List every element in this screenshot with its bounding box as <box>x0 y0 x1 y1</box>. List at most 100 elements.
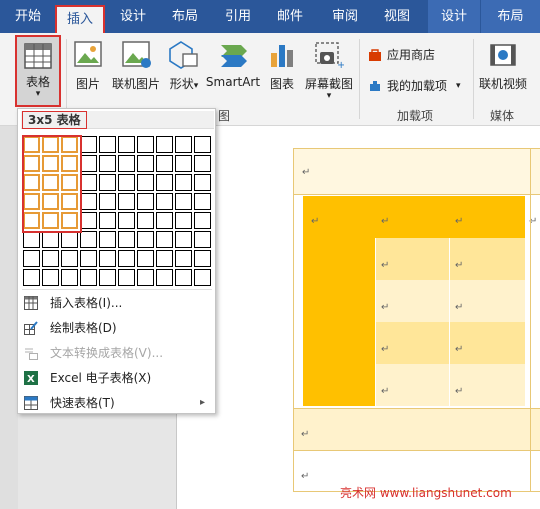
tab-mailings[interactable]: 邮件 <box>268 0 312 33</box>
grid-cell[interactable] <box>61 250 78 267</box>
grid-cell[interactable] <box>156 212 173 229</box>
grid-cell[interactable] <box>42 250 59 267</box>
grid-cell[interactable] <box>80 136 97 153</box>
grid-cell[interactable] <box>99 269 116 286</box>
grid-cell[interactable] <box>156 136 173 153</box>
grid-cell[interactable] <box>156 155 173 172</box>
grid-cell[interactable] <box>80 269 97 286</box>
screenshot-button[interactable]: + 屏幕截图 ▾ <box>302 37 356 113</box>
grid-cell[interactable] <box>23 250 40 267</box>
grid-cell[interactable] <box>118 136 135 153</box>
grid-cell[interactable] <box>99 174 116 191</box>
grid-cell[interactable] <box>61 231 78 248</box>
grid-cell[interactable] <box>23 269 40 286</box>
grid-cell[interactable] <box>137 269 154 286</box>
shapes-button[interactable]: 形状▾ <box>166 37 202 97</box>
grid-cell[interactable] <box>99 231 116 248</box>
grid-cell[interactable] <box>118 174 135 191</box>
grid-cell[interactable] <box>175 250 192 267</box>
grid-cell[interactable] <box>118 231 135 248</box>
tab-table-design[interactable]: 设计 <box>428 0 480 33</box>
grid-cell[interactable] <box>99 193 116 210</box>
document-page[interactable]: ↵ ↵ ↵ ↵ ↵ ↵ ↵ ↵ ↵ ↵ ↵ ↵ ↵ ↵ ↵ <box>176 126 540 509</box>
picture-button[interactable]: 图片 <box>70 37 106 97</box>
grid-cell[interactable] <box>99 250 116 267</box>
grid-cell[interactable] <box>175 136 192 153</box>
grid-cell[interactable] <box>118 250 135 267</box>
grid-cell[interactable] <box>80 231 97 248</box>
grid-cell[interactable] <box>156 231 173 248</box>
grid-cell[interactable] <box>42 231 59 248</box>
grid-cell[interactable] <box>156 174 173 191</box>
tab-home[interactable]: 开始 <box>8 0 48 33</box>
table-button[interactable]: 表格 ▾ <box>15 35 61 107</box>
grid-cell[interactable] <box>61 269 78 286</box>
grid-cell[interactable] <box>175 231 192 248</box>
table-row[interactable]: ↵ ↵ <box>303 238 525 280</box>
grid-cell[interactable] <box>137 250 154 267</box>
menu-separator <box>22 289 212 290</box>
grid-cell[interactable] <box>194 193 211 210</box>
grid-cell[interactable] <box>175 193 192 210</box>
grid-cell[interactable] <box>80 155 97 172</box>
menu-excel-spreadsheet[interactable]: X Excel 电子表格(X) <box>18 366 215 390</box>
grid-cell[interactable] <box>175 174 192 191</box>
grid-cell[interactable] <box>175 212 192 229</box>
grid-cell[interactable] <box>99 155 116 172</box>
grid-cell[interactable] <box>137 136 154 153</box>
grid-cell[interactable] <box>194 269 211 286</box>
grid-cell[interactable] <box>80 193 97 210</box>
app-store-button[interactable]: 应用商店 <box>368 44 468 66</box>
grid-cell[interactable] <box>118 193 135 210</box>
table-size-grid[interactable] <box>22 135 214 286</box>
grid-cell[interactable] <box>175 155 192 172</box>
grid-cell[interactable] <box>194 136 211 153</box>
menu-draw-table[interactable]: 绘制表格(D) <box>18 316 215 340</box>
table-row[interactable]: ↵ ↵ <box>303 280 525 322</box>
grid-cell[interactable] <box>118 269 135 286</box>
table-row[interactable]: ↵ ↵ <box>303 322 525 364</box>
grid-cell[interactable] <box>99 136 116 153</box>
grid-cell[interactable] <box>156 193 173 210</box>
grid-cell[interactable] <box>42 269 59 286</box>
grid-cell[interactable] <box>194 231 211 248</box>
menu-quick-tables[interactable]: 快速表格(T) ▸ <box>18 391 215 415</box>
menu-insert-table[interactable]: 插入表格(I)... <box>18 291 215 315</box>
tab-insert[interactable]: 插入 <box>55 5 105 33</box>
grid-cell[interactable] <box>156 269 173 286</box>
tab-layout[interactable]: 布局 <box>163 0 207 33</box>
table-header-row[interactable]: ↵ ↵ ↵ <box>303 196 525 238</box>
grid-cell[interactable] <box>137 193 154 210</box>
grid-cell[interactable] <box>194 155 211 172</box>
grid-cell[interactable] <box>118 212 135 229</box>
tab-references[interactable]: 引用 <box>216 0 260 33</box>
menu-text-to-table[interactable]: 文本转换成表格(V)... <box>18 341 215 365</box>
table-row[interactable]: ↵ ↵ <box>303 364 525 406</box>
grid-cell[interactable] <box>80 174 97 191</box>
chart-button[interactable]: 图表 <box>266 37 298 97</box>
grid-cell[interactable] <box>80 250 97 267</box>
tab-design[interactable]: 设计 <box>111 0 155 33</box>
table-row[interactable]: ↵ <box>293 148 540 195</box>
grid-cell[interactable] <box>175 269 192 286</box>
grid-cell[interactable] <box>137 231 154 248</box>
grid-cell[interactable] <box>194 212 211 229</box>
grid-cell[interactable] <box>194 250 211 267</box>
table-row[interactable]: ↵ <box>293 408 540 450</box>
grid-cell[interactable] <box>194 174 211 191</box>
online-video-button[interactable]: 联机视频 <box>476 37 530 97</box>
grid-cell[interactable] <box>99 212 116 229</box>
smartart-button[interactable]: SmartArt <box>205 37 261 97</box>
grid-cell[interactable] <box>137 212 154 229</box>
grid-cell[interactable] <box>80 212 97 229</box>
tab-table-layout[interactable]: 布局 <box>481 0 540 33</box>
grid-cell[interactable] <box>118 155 135 172</box>
grid-cell[interactable] <box>23 231 40 248</box>
grid-cell[interactable] <box>156 250 173 267</box>
grid-cell[interactable] <box>137 155 154 172</box>
tab-view[interactable]: 视图 <box>375 0 419 33</box>
tab-review[interactable]: 审阅 <box>323 0 367 33</box>
grid-cell[interactable] <box>137 174 154 191</box>
my-addins-button[interactable]: 我的加载项 ▾ <box>368 75 468 97</box>
online-picture-button[interactable]: 联机图片 <box>110 37 162 97</box>
